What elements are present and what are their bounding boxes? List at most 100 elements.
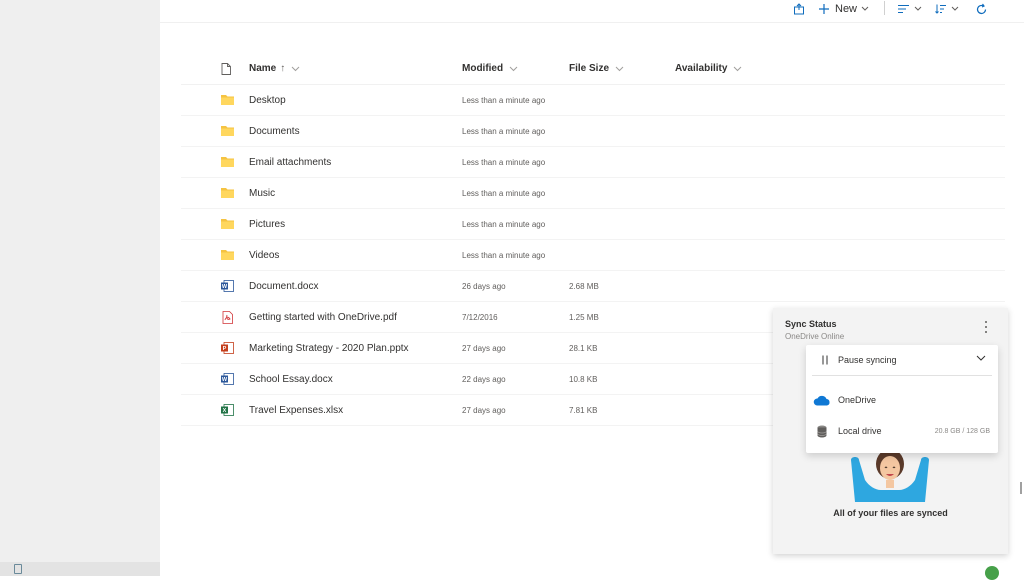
device-icon bbox=[14, 564, 22, 574]
view-options-button[interactable] bbox=[898, 1, 922, 17]
file-size: 1.25 MB bbox=[569, 313, 599, 322]
file-size: 2.68 MB bbox=[569, 282, 599, 291]
file-type-column-header[interactable] bbox=[221, 63, 231, 75]
more-options-icon[interactable] bbox=[984, 321, 988, 336]
chevron-down-icon bbox=[914, 6, 922, 11]
sync-menu: Pause syncing OneDrive Local drive 20.8 … bbox=[806, 345, 998, 453]
file-size: 28.1 KB bbox=[569, 344, 598, 353]
sync-status-panel: Sync Status OneDrive Online Pause syncin… bbox=[773, 308, 1008, 554]
pause-icon bbox=[812, 355, 838, 365]
chevron-down-icon bbox=[951, 6, 959, 11]
file-type-icon bbox=[221, 63, 231, 75]
share-icon bbox=[794, 3, 804, 15]
file-size: 10.8 KB bbox=[569, 375, 598, 384]
name-column-header[interactable]: Name ↑ bbox=[249, 63, 300, 74]
file-size: 7.81 KB bbox=[569, 406, 598, 415]
sort-button[interactable] bbox=[935, 1, 959, 17]
cloud-icon bbox=[806, 395, 838, 406]
refresh-icon bbox=[976, 3, 987, 14]
chevron-down-icon bbox=[291, 66, 300, 71]
table-row[interactable]: Music Less than a minute ago bbox=[181, 178, 1005, 209]
file-name[interactable]: School Essay.docx bbox=[249, 374, 333, 385]
local-drive-label: Local drive bbox=[838, 426, 882, 436]
folder-icon bbox=[221, 250, 234, 260]
pdf-icon bbox=[222, 311, 233, 324]
svg-text:X: X bbox=[223, 408, 227, 414]
file-modified: Less than a minute ago bbox=[462, 96, 546, 105]
modified-header-label: Modified bbox=[462, 63, 504, 74]
onedrive-menu-item[interactable]: OneDrive bbox=[806, 385, 998, 415]
file-modified: 26 days ago bbox=[462, 282, 506, 291]
file-name[interactable]: Document.docx bbox=[249, 281, 318, 292]
new-button[interactable]: New bbox=[818, 1, 869, 17]
size-column-header[interactable]: File Size bbox=[569, 63, 624, 74]
sync-status-subtitle: OneDrive Online bbox=[785, 332, 845, 341]
table-row[interactable]: Pictures Less than a minute ago bbox=[181, 209, 1005, 240]
view-list-icon bbox=[898, 5, 909, 13]
folder-icon bbox=[221, 126, 234, 136]
table-row[interactable]: Documents Less than a minute ago bbox=[181, 116, 1005, 147]
person-illustration bbox=[851, 450, 929, 502]
new-button-label: New bbox=[835, 3, 858, 15]
toolbar-divider bbox=[884, 1, 885, 15]
size-header-label: File Size bbox=[569, 63, 610, 74]
pause-syncing-label: Pause syncing bbox=[838, 355, 897, 365]
command-bar: New bbox=[160, 0, 1024, 23]
folder-icon bbox=[221, 219, 234, 229]
file-modified: 22 days ago bbox=[462, 375, 506, 384]
sync-ok-icon[interactable] bbox=[985, 566, 999, 580]
chevron-down-icon bbox=[976, 355, 986, 361]
left-pane bbox=[0, 0, 160, 576]
availability-header-label: Availability bbox=[675, 63, 728, 74]
name-header-label: Name bbox=[249, 63, 277, 74]
chevron-down-icon bbox=[615, 66, 624, 71]
file-name[interactable]: Pictures bbox=[249, 219, 285, 230]
file-name[interactable]: Getting started with OneDrive.pdf bbox=[249, 312, 397, 323]
sync-status-title: Sync Status bbox=[785, 319, 837, 329]
chevron-down-icon bbox=[734, 66, 742, 71]
table-row[interactable]: Videos Less than a minute ago bbox=[181, 240, 1005, 271]
taskbar-strip bbox=[0, 562, 160, 576]
file-list-header: Name ↑ Modified File Size Availability bbox=[181, 56, 1005, 85]
file-name[interactable]: Travel Expenses.xlsx bbox=[249, 405, 343, 416]
file-modified: Less than a minute ago bbox=[462, 189, 546, 198]
chevron-down-icon bbox=[509, 66, 518, 71]
drive-icon bbox=[806, 425, 838, 438]
scrollbar-thumb[interactable] bbox=[1020, 482, 1022, 494]
pause-syncing-menu-item[interactable]: Pause syncing bbox=[812, 345, 992, 376]
excel-icon: X bbox=[221, 404, 234, 416]
file-name[interactable]: Desktop bbox=[249, 95, 286, 106]
file-modified: 27 days ago bbox=[462, 344, 506, 353]
folder-icon bbox=[221, 157, 234, 167]
word-icon: W bbox=[221, 373, 234, 385]
file-modified: Less than a minute ago bbox=[462, 220, 546, 229]
local-drive-menu-item[interactable]: Local drive 20.8 GB / 128 GB bbox=[806, 416, 998, 446]
local-drive-quota: 20.8 GB / 128 GB bbox=[934, 427, 990, 435]
plus-icon bbox=[819, 4, 829, 14]
powerpoint-icon: P bbox=[221, 342, 234, 354]
folder-icon bbox=[221, 188, 234, 198]
file-name[interactable]: Email attachments bbox=[249, 157, 331, 168]
svg-text:W: W bbox=[222, 377, 228, 383]
file-name[interactable]: Documents bbox=[249, 126, 300, 137]
sort-ascending-icon: ↑ bbox=[280, 63, 286, 74]
table-row[interactable]: W Document.docx 26 days ago 2.68 MB bbox=[181, 271, 1005, 302]
word-icon: W bbox=[221, 280, 234, 292]
folder-icon bbox=[221, 95, 234, 105]
file-name[interactable]: Marketing Strategy - 2020 Plan.pptx bbox=[249, 343, 409, 354]
file-name[interactable]: Music bbox=[249, 188, 275, 199]
availability-column-header[interactable]: Availability bbox=[675, 63, 742, 74]
modified-column-header[interactable]: Modified bbox=[462, 63, 518, 74]
file-modified: Less than a minute ago bbox=[462, 158, 546, 167]
sort-icon bbox=[935, 4, 946, 14]
synced-message: All of your files are synced bbox=[833, 508, 948, 518]
file-name[interactable]: Videos bbox=[249, 250, 279, 261]
table-row[interactable]: Desktop Less than a minute ago bbox=[181, 85, 1005, 116]
table-row[interactable]: Email attachments Less than a minute ago bbox=[181, 147, 1005, 178]
file-modified: Less than a minute ago bbox=[462, 127, 546, 136]
share-button[interactable] bbox=[793, 1, 805, 17]
refresh-button[interactable] bbox=[975, 1, 988, 17]
file-modified: 27 days ago bbox=[462, 406, 506, 415]
onedrive-label: OneDrive bbox=[838, 395, 877, 405]
file-modified: 7/12/2016 bbox=[462, 313, 498, 322]
